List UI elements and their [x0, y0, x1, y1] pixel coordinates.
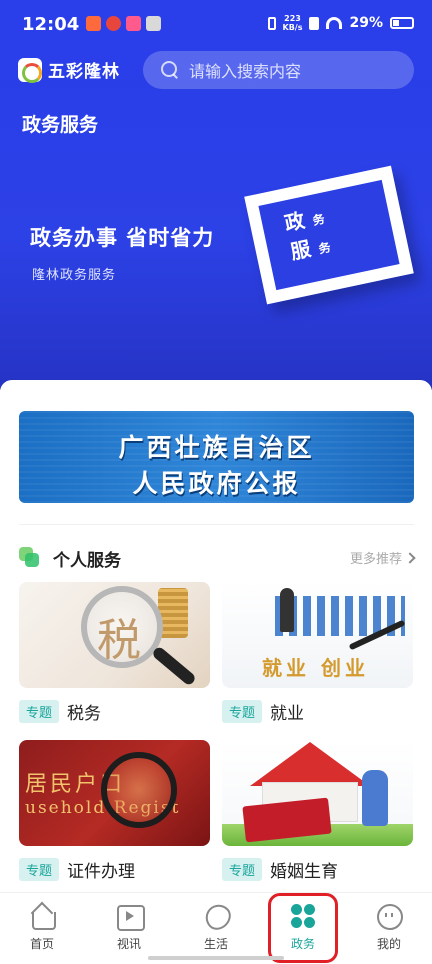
service-card-certificate[interactable]: 居民户口 usehold Regist 专题 证件办理	[19, 740, 210, 882]
section-title: 个人服务	[53, 551, 121, 571]
battery-percent: 29%	[349, 15, 383, 31]
vibrate-icon	[267, 16, 276, 30]
topic-tag: 专题	[222, 858, 263, 881]
topic-tag: 专题	[222, 700, 263, 723]
app-notification-icon	[126, 16, 141, 31]
card-name: 证件办理	[67, 862, 136, 882]
search-placeholder: 请输入搜索内容	[189, 62, 302, 81]
heart-hands-icon	[203, 903, 229, 929]
card-label: 专题 证件办理	[19, 857, 210, 882]
status-right: 223 KB/s 29%	[267, 14, 414, 32]
app-logo[interactable]: 五彩隆林	[18, 57, 120, 83]
gov-service-emblem: 政务 服务	[244, 165, 414, 305]
main-content: 广西壮族自治区 人民政府公报 个人服务 更多推荐 税 专题 税务 就业 创业 专…	[0, 380, 432, 892]
wifi-icon	[326, 17, 343, 29]
app-notification-icon	[86, 16, 101, 31]
marriage-image	[222, 740, 413, 846]
card-name: 税务	[67, 704, 102, 724]
gesture-bar[interactable]	[148, 956, 284, 960]
emblem-char: 服	[288, 236, 313, 265]
hero-slogan: 政务办事 省时省力	[30, 225, 215, 250]
nav-label: 我的	[376, 937, 401, 951]
emblem-text: 政务 服务	[282, 203, 333, 268]
net-speed-value: 223	[284, 14, 301, 23]
no-sim-icon	[309, 16, 320, 30]
service-card-marriage[interactable]: 专题 婚姻生育	[222, 740, 413, 882]
divider	[19, 524, 414, 525]
nav-label: 政务	[290, 937, 315, 951]
status-time: 12:04	[22, 14, 80, 35]
topic-tag: 专题	[19, 700, 60, 723]
service-card-tax[interactable]: 税 专题 税务	[19, 582, 210, 724]
video-icon	[116, 903, 145, 931]
card-name: 就业	[270, 704, 305, 724]
magnifier-handle	[150, 645, 198, 687]
battery-icon	[390, 17, 414, 29]
person-figure	[280, 588, 294, 632]
more-recommend-link[interactable]: 更多推荐	[349, 548, 416, 567]
personal-services-header: 个人服务 更多推荐	[19, 544, 416, 571]
logo-icon	[18, 57, 42, 83]
app-header: 五彩隆林 请输入搜索内容	[0, 50, 432, 90]
nav-label: 视讯	[116, 937, 141, 951]
certificate-image: 居民户口 usehold Regist	[19, 740, 210, 846]
hero-banner: 五彩隆林 请输入搜索内容 政务服务 政务办事 省时省力 隆林政务服务 政务 服务	[0, 50, 432, 390]
emblem-char: 政	[282, 208, 307, 236]
nav-government[interactable]: 政务	[273, 903, 333, 952]
more-label: 更多推荐	[349, 552, 402, 567]
search-input[interactable]: 请输入搜索内容	[143, 51, 414, 89]
gazette-banner[interactable]: 广西壮族自治区 人民政府公报	[19, 411, 414, 503]
family-figures	[362, 770, 388, 826]
bottom-nav: 首页 视讯 生活 政务 我的	[0, 892, 432, 964]
app-notification-icon	[146, 16, 161, 31]
nav-label: 生活	[203, 937, 228, 951]
card-label: 专题 就业	[222, 699, 413, 724]
chevron-right-icon	[404, 551, 416, 564]
nav-mine[interactable]: 我的	[359, 903, 419, 952]
net-speed: 223 KB/s	[283, 14, 303, 32]
page-title: 政务服务	[22, 114, 99, 136]
banner-title-line2: 人民政府公报	[132, 469, 301, 498]
tax-image: 税	[19, 582, 210, 688]
card-name: 婚姻生育	[270, 862, 339, 882]
nav-life[interactable]: 生活	[186, 903, 246, 952]
smile-face-icon	[376, 903, 403, 930]
tax-glyph: 税	[97, 615, 141, 666]
app-name: 五彩隆林	[48, 62, 120, 82]
nav-label: 首页	[29, 937, 54, 951]
hero-sub-slogan: 隆林政务服务	[32, 268, 117, 283]
emblem-char: 务	[311, 211, 326, 228]
nav-video[interactable]: 视讯	[99, 903, 159, 952]
status-bar: 12:04 223 KB/s 29%	[0, 0, 432, 50]
emblem-char: 务	[317, 240, 332, 257]
service-card-employment[interactable]: 就业 创业 专题 就业	[222, 582, 413, 724]
banner-title-line1: 广西壮族自治区	[118, 433, 315, 462]
magnifier-lens	[101, 752, 177, 828]
topic-tag: 专题	[19, 858, 60, 881]
weibo-icon	[106, 16, 121, 31]
home-icon	[29, 903, 56, 930]
clover-icon	[290, 903, 316, 929]
net-speed-unit: KB/s	[282, 23, 303, 32]
search-icon	[161, 61, 179, 79]
house-roof	[250, 742, 370, 786]
section-icon	[19, 547, 39, 567]
employment-glyph: 就业 创业	[262, 656, 369, 680]
notification-icons	[86, 16, 161, 31]
nav-home[interactable]: 首页	[12, 903, 72, 952]
card-label: 专题 婚姻生育	[222, 857, 413, 882]
card-label: 专题 税务	[19, 699, 210, 724]
employment-image: 就业 创业	[222, 582, 413, 688]
